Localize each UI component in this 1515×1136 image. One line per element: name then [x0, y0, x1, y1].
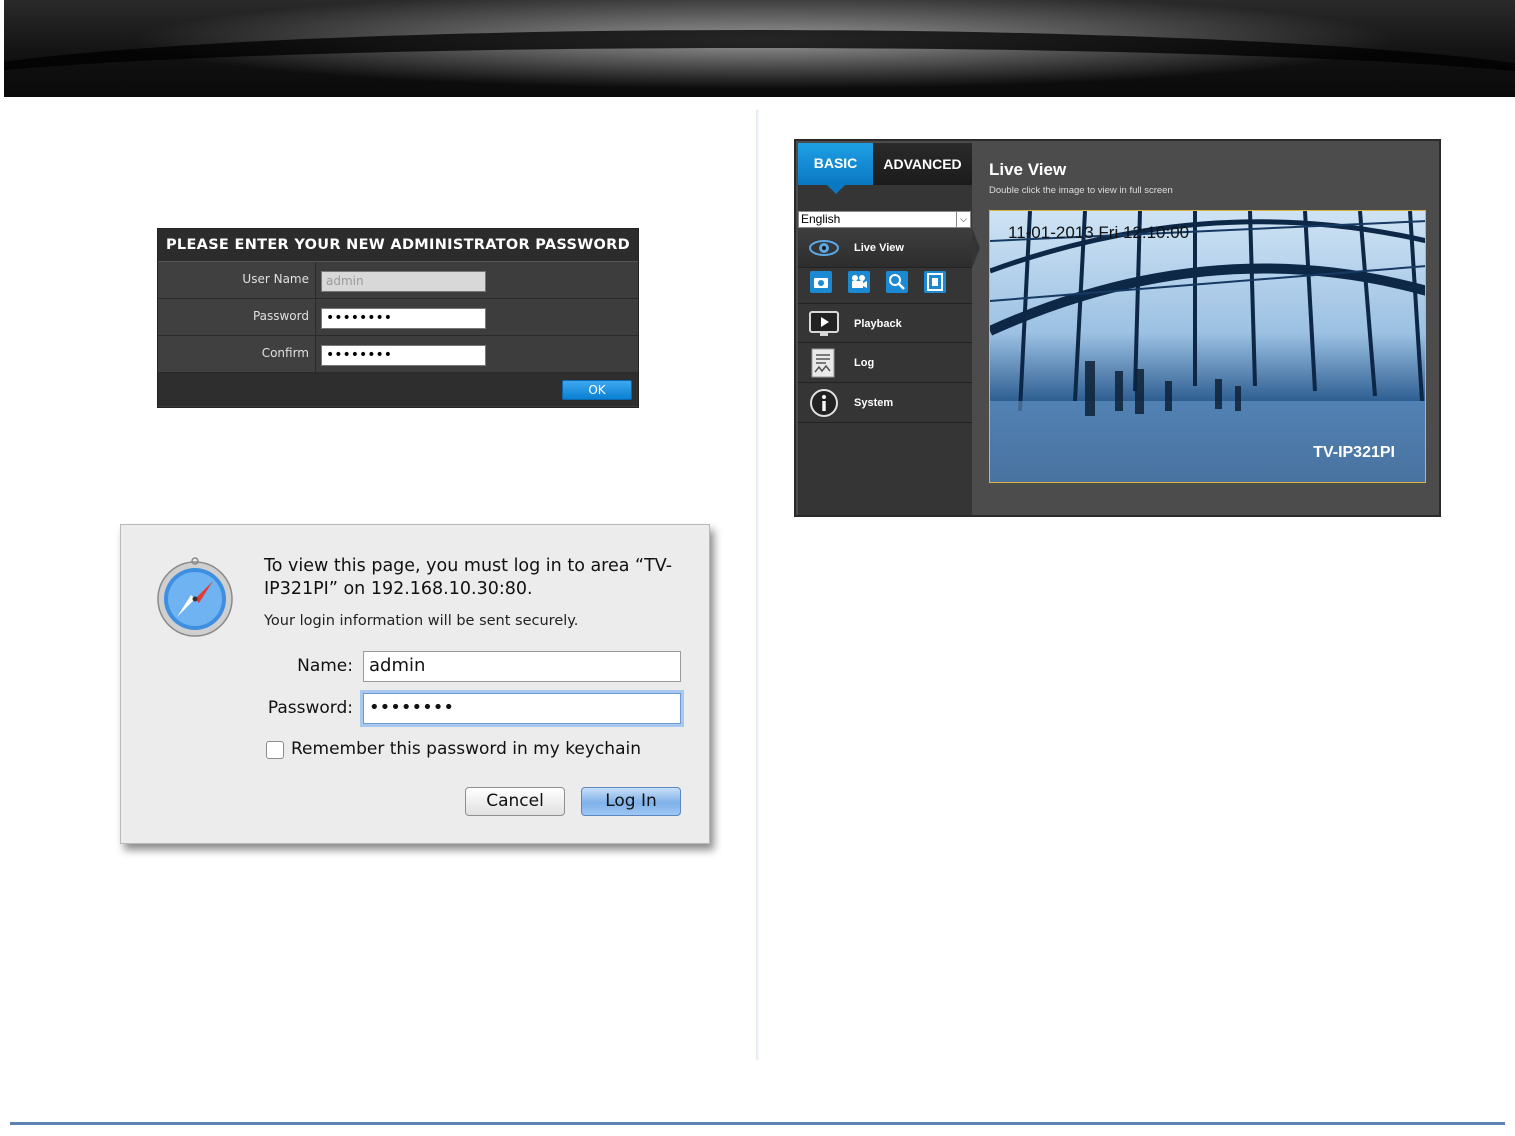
password-row: Password [158, 299, 638, 336]
username-input [321, 270, 486, 292]
language-value: English [801, 212, 841, 226]
nav-log[interactable]: Log [798, 343, 972, 383]
admin-panel-title: PLEASE ENTER YOUR NEW ADMINISTRATOR PASS… [158, 229, 638, 262]
document-icon [811, 348, 835, 378]
login-dialog: To view this page, you must log in to ar… [120, 524, 710, 844]
video-scene [990, 211, 1425, 482]
camera-snapshot-icon[interactable] [810, 271, 832, 293]
zoom-icon[interactable] [886, 271, 908, 293]
film-icon[interactable] [924, 271, 946, 293]
live-video-feed[interactable]: 11-01-2013 Fri 12:10:00 TV-IP321PI [989, 210, 1426, 483]
username-row: User Name [158, 262, 638, 299]
name-label: Name: [297, 656, 353, 676]
password-input[interactable]: •••••••• [363, 693, 681, 724]
remember-checkbox[interactable] [266, 741, 284, 759]
nav-system[interactable]: System [798, 383, 972, 423]
nav-playback-label: Playback [854, 318, 902, 330]
chevron-down-icon: ⌵ [956, 212, 970, 227]
header-banner [4, 0, 1515, 97]
language-select[interactable]: English ⌵ [798, 211, 971, 228]
live-view-subtitle: Double click the image to view in full s… [989, 185, 1173, 196]
admin-password-panel: PLEASE ENTER YOUR NEW ADMINISTRATOR PASS… [157, 228, 639, 408]
username-field-cell [316, 262, 638, 298]
nav-playback[interactable]: Playback [798, 303, 972, 343]
tab-basic[interactable]: BASIC [798, 143, 873, 194]
nav-live-view-label: Live View [854, 242, 904, 254]
password-input[interactable] [321, 307, 486, 329]
safari-compass-icon [157, 557, 233, 637]
login-message-line2: IP321PI” on 192.168.10.30:80. [264, 579, 533, 599]
live-view-title: Live View [989, 160, 1067, 179]
camera-sidebar: BASIC ADVANCED English ⌵ Live View Playb… [798, 143, 980, 515]
name-input[interactable]: admin [363, 651, 681, 682]
eye-icon [809, 240, 839, 256]
admin-panel-footer: OK [158, 373, 638, 406]
password-label: Password [158, 299, 316, 335]
banner-sweep [4, 30, 1515, 97]
monitor-play-icon [809, 311, 839, 336]
remember-label[interactable]: Remember this password in my keychain [291, 739, 641, 759]
confirm-field-cell [316, 336, 638, 372]
nav-system-label: System [854, 397, 894, 409]
confirm-label: Confirm [158, 336, 316, 372]
login-message: To view this page, you must log in to ar… [264, 555, 694, 601]
password-label: Password: [267, 698, 353, 718]
camera-web-ui: BASIC ADVANCED English ⌵ Live View Playb… [794, 139, 1441, 517]
login-button[interactable]: Log In [581, 787, 681, 816]
confirm-row: Confirm [158, 336, 638, 373]
video-camera-name: TV-IP321PI [1313, 444, 1395, 461]
nav-log-label: Log [854, 357, 875, 369]
username-label: User Name [158, 262, 316, 298]
cancel-button[interactable]: Cancel [465, 787, 565, 816]
secure-note: Your login information will be sent secu… [264, 613, 579, 629]
tab-advanced[interactable]: ADVANCED [873, 143, 972, 185]
info-icon [810, 389, 838, 417]
video-timestamp: 11-01-2013 Fri 12:10:00 [1008, 223, 1190, 242]
footer-rule [10, 1122, 1505, 1125]
confirm-input[interactable] [321, 344, 486, 366]
video-record-icon[interactable] [848, 271, 870, 293]
ok-button[interactable]: OK [562, 380, 632, 400]
nav-live-view[interactable]: Live View [798, 228, 980, 268]
password-field-cell [316, 299, 638, 335]
column-divider [756, 110, 759, 1060]
login-message-line1: To view this page, you must log in to ar… [264, 556, 673, 576]
